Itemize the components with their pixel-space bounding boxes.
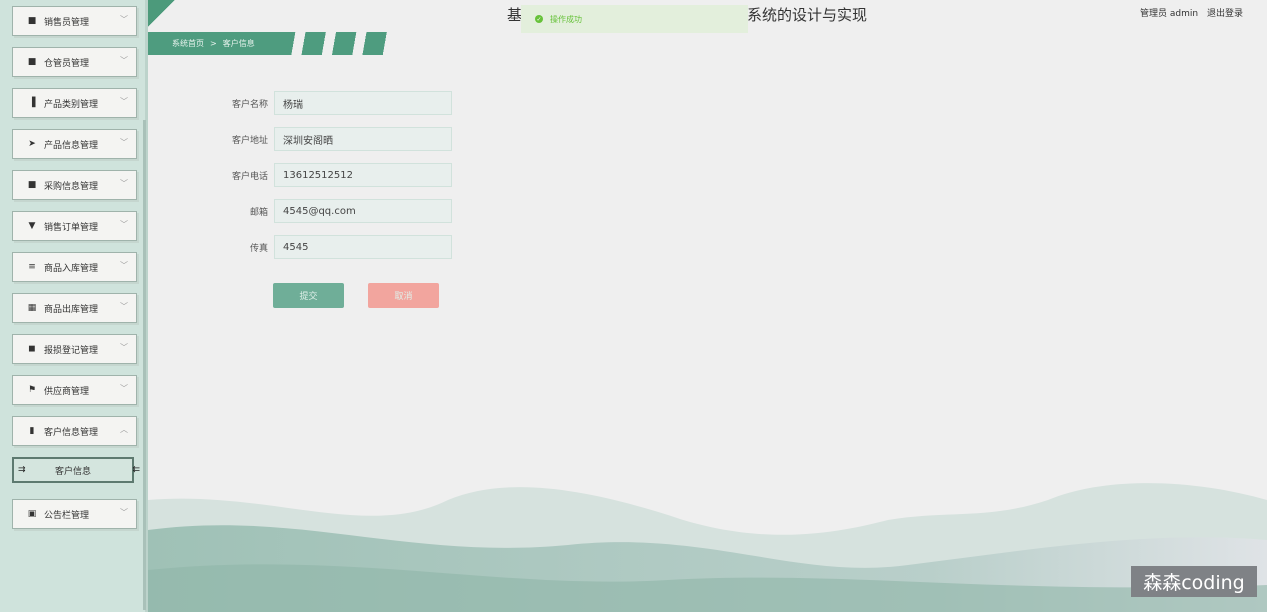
sidebar-item-0[interactable]: ■ 销售员管理 ﹀ (12, 6, 137, 36)
sidebar: ■ 销售员管理 ﹀ ■ 仓管员管理 ﹀ ▐ 产品类别管理 ﹀ ➤ 产品信息管理 ﹀ ■ 采购信息管理 ﹀ ▼ 销… (0, 0, 148, 612)
cancel-button[interactable]: 取消 (368, 283, 439, 308)
camera-icon: ◼ (28, 344, 36, 354)
sidebar-item-label: 公告栏管理 (44, 510, 90, 521)
sidebar-item-label: 销售订单管理 (44, 222, 99, 233)
check-circle-icon: ✓ (535, 15, 543, 23)
field-input[interactable]: 深圳安阁晒 (274, 127, 452, 151)
chevron-down-icon: ﹀ (120, 97, 128, 106)
grid-icon: ■ (27, 16, 37, 26)
user-name: 管理员 admin (1140, 9, 1199, 19)
chevron-down-icon: ﹀ (120, 138, 128, 147)
field-input[interactable]: 杨瑞 (274, 91, 452, 115)
chevron-down-icon: ﹀ (120, 302, 128, 311)
field-input[interactable]: 4545@qq.com (274, 199, 452, 223)
chevron-down-icon: ﹀ (120, 15, 128, 24)
field-label: 客户电话 (231, 171, 268, 182)
chevron-down-icon: ﹀ (120, 220, 128, 229)
sidebar-subitem-label: 客户信息 (54, 466, 91, 477)
sidebar-item-label: 仓管员管理 (44, 58, 90, 69)
breadcrumb-current: 客户信息 (222, 39, 255, 48)
book-icon: ▮ (29, 426, 35, 436)
field-value: 4545 (283, 241, 309, 253)
send-icon: ➤ (28, 139, 36, 149)
field-label: 客户名称 (231, 99, 268, 110)
sidebar-item-1[interactable]: ■ 仓管员管理 ﹀ (12, 47, 137, 77)
sidebar-item-notice[interactable]: ▣ 公告栏管理 ﹀ (12, 499, 137, 529)
sidebar-item-label: 销售员管理 (44, 17, 90, 28)
background-hills (148, 483, 1267, 612)
field-label: 传真 (249, 243, 268, 254)
field-value: 杨瑞 (283, 99, 303, 111)
page-title-start: 基 (507, 6, 523, 24)
field-label: 客户地址 (231, 135, 268, 146)
apps-icon: ▦ (27, 303, 37, 313)
field-value: 深圳安阁晒 (283, 135, 333, 147)
flag-icon: ⚑ (27, 385, 37, 395)
chevron-down-icon: ﹀ (120, 508, 128, 517)
sidebar-item-label: 供应商管理 (44, 386, 90, 397)
sidebar-item-5[interactable]: ▼ 销售订单管理 ﹀ (12, 211, 137, 241)
breadcrumb: 系统首页 > 客户信息 (148, 32, 398, 55)
field-input[interactable]: 13612512512 (274, 163, 452, 187)
breadcrumb-separator: > (210, 39, 217, 48)
grid-icon: ■ (27, 57, 37, 67)
sidebar-item-7[interactable]: ▦ 商品出库管理 ﹀ (12, 293, 137, 323)
chevron-down-icon: ﹀ (120, 343, 128, 352)
sidebar-item-label: 客户信息管理 (44, 427, 99, 438)
field-value: 13612512512 (283, 169, 353, 181)
field-input[interactable]: 4545 (274, 235, 452, 259)
sidebar-subitem-customer-info[interactable]: ⇉ 客户信息 ⇇ (12, 457, 140, 483)
sidebar-item-2[interactable]: ▐ 产品类别管理 ﹀ (12, 88, 137, 118)
page-title-end: 系统的设计与实现 (747, 6, 868, 24)
form-row: 传真 4545 (200, 235, 452, 259)
chevron-down-icon: ﹀ (120, 56, 128, 65)
trophy-icon: ▼ (28, 221, 36, 231)
sidebar-scrollbar[interactable] (143, 120, 146, 610)
logout-link[interactable]: 退出登录 (1207, 9, 1243, 19)
breadcrumb-home[interactable]: 系统首页 (172, 38, 204, 49)
chevron-down-icon: ﹀ (120, 261, 128, 270)
submit-button[interactable]: 提交 (273, 283, 344, 308)
sidebar-item-9[interactable]: ⚑ 供应商管理 ﹀ (12, 375, 137, 405)
sidebar-item-6[interactable]: ≡ 商品入库管理 ﹀ (12, 252, 137, 282)
form-row: 客户名称 杨瑞 (200, 91, 452, 115)
sidebar-item-label: 产品信息管理 (44, 140, 99, 151)
sidebar-item-4[interactable]: ■ 采购信息管理 ﹀ (12, 170, 137, 200)
sidebar-item-10[interactable]: ▮ 客户信息管理 ︿ (12, 416, 137, 446)
sidebar-item-label: 商品出库管理 (44, 304, 99, 315)
chevron-down-icon: ﹀ (120, 384, 128, 393)
watermark: 森森coding (1131, 566, 1257, 597)
form-row: 客户地址 深圳安阁晒 (200, 127, 452, 151)
bar-chart-icon: ▐ (28, 98, 36, 108)
field-label: 邮箱 (249, 207, 268, 218)
sidebar-item-label: 采购信息管理 (44, 181, 99, 192)
toast-message: 操作成功 (550, 14, 582, 24)
form-row: 邮箱 4545@qq.com (200, 199, 452, 223)
sidebar-item-label: 商品入库管理 (44, 263, 99, 274)
chevron-down-icon: ﹀ (120, 179, 128, 188)
clipboard-icon: ▣ (27, 509, 37, 519)
chevron-up-icon: ︿ (120, 425, 128, 434)
sidebar-item-8[interactable]: ◼ 报损登记管理 ﹀ (12, 334, 137, 364)
sidebar-item-label: 报损登记管理 (44, 345, 99, 356)
sidebar-item-label: 产品类别管理 (44, 99, 99, 110)
sidebar-item-3[interactable]: ➤ 产品信息管理 ﹀ (12, 129, 137, 159)
header-decoration (148, 0, 208, 30)
grid-icon: ■ (27, 180, 37, 190)
arrow-right-icon: ⇉ (18, 465, 26, 475)
sliders-icon: ≡ (28, 262, 36, 272)
toast-success: ✓ 操作成功 (521, 5, 748, 33)
user-area: 管理员 admin 退出登录 (1134, 6, 1243, 19)
field-value: 4545@qq.com (283, 205, 356, 217)
form-row: 客户电话 13612512512 (200, 163, 452, 187)
arrow-left-icon: ⇇ (132, 465, 140, 475)
